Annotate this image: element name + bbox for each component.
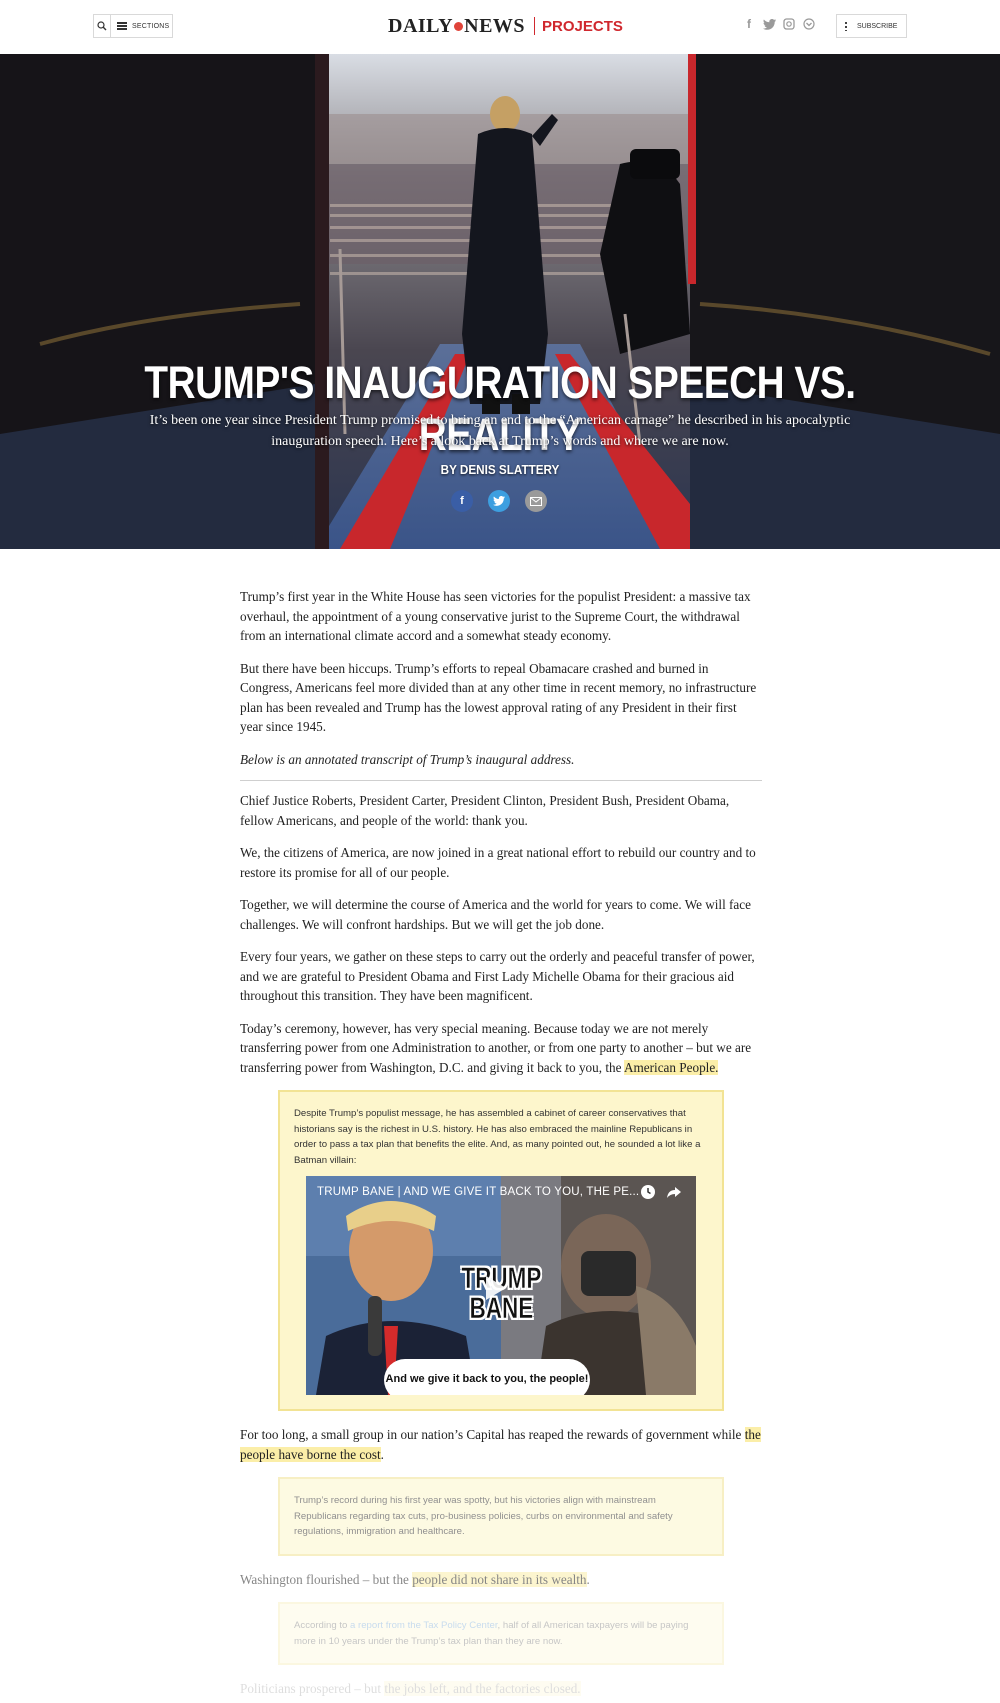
logo-dot-icon — [454, 21, 464, 31]
speech-text: . — [586, 1571, 590, 1587]
site-logo[interactable]: DAILY NEWS PROJECTS — [388, 14, 623, 38]
speech-text: For too long, a small group in our natio… — [240, 1427, 745, 1442]
play-icon[interactable] — [486, 1276, 506, 1300]
speech-text: Politicians prospered – but — [240, 1681, 385, 1696]
speech-paragraph: Politicians prospered – but the jobs lef… — [240, 1679, 762, 1699]
search-button[interactable] — [93, 14, 111, 38]
share-icon[interactable] — [666, 1184, 682, 1200]
twitter-share-button[interactable] — [488, 490, 510, 512]
annotation-callout: Despite Trump’s populist message, he has… — [278, 1090, 724, 1411]
annotation-callout: According to a report from the Tax Polic… — [278, 1602, 724, 1665]
speech-paragraph: Today’s ceremony, however, has very spec… — [240, 1019, 762, 1078]
annotation-text: Despite Trump’s populist message, he has… — [294, 1108, 701, 1166]
speech-paragraph: Together, we will determine the course o… — [240, 897, 751, 932]
embedded-video[interactable]: TRUMP BANE | AND WE GIVE IT BACK TO YOU,… — [306, 1176, 696, 1395]
facebook-icon[interactable]: f — [742, 17, 756, 31]
section-divider — [240, 780, 762, 781]
email-share-button[interactable] — [525, 490, 547, 512]
hero-banner: TRUMP'S INAUGURATION SPEECH VS. REALITY … — [0, 54, 1000, 549]
kebab-icon — [845, 21, 847, 31]
clock-icon[interactable] — [640, 1184, 656, 1200]
share-buttons: f — [451, 490, 547, 512]
annotation-text: According to a report from the Tax Polic… — [294, 1618, 708, 1649]
logo-divider — [534, 17, 536, 35]
search-icon — [97, 21, 107, 31]
video-caption: And we give it back to you, the people! — [385, 1373, 589, 1385]
highlighted-phrase[interactable]: the jobs left, and the factories closed. — [384, 1681, 581, 1696]
transcript-note: Below is an annotated transcript of Trum… — [240, 751, 575, 767]
subscribe-button[interactable]: SUBSCRIBE — [836, 14, 907, 38]
sections-button[interactable]: SECTIONS — [110, 14, 173, 38]
instagram-icon[interactable] — [782, 17, 796, 31]
speech-paragraph: For too long, a small group in our natio… — [240, 1425, 762, 1464]
email-icon — [530, 496, 542, 506]
site-header: SECTIONS DAILY NEWS PROJECTS f SUBSCRIBE — [0, 0, 1000, 54]
intro-paragraph: But there have been hiccups. Trump’s eff… — [240, 660, 757, 735]
sections-label: SECTIONS — [132, 22, 170, 30]
article-byline: BY DENIS SLATTERY — [440, 462, 560, 477]
article-subtitle: It’s been one year since President Trump… — [149, 413, 851, 449]
pocket-icon[interactable] — [802, 17, 816, 31]
tax-policy-center-link[interactable]: a report from the Tax Policy Center — [350, 1620, 498, 1631]
facebook-share-button[interactable]: f — [451, 490, 473, 512]
speech-bubble: And we give it back to you, the people! — [384, 1359, 590, 1395]
annotation-text-part: According to — [294, 1620, 350, 1631]
annotation-text: Trump’s record during his first year was… — [294, 1495, 673, 1537]
speech-paragraph: Washington flourished – but the people d… — [240, 1570, 762, 1590]
speech-text: Washington flourished – but the — [240, 1571, 413, 1587]
article-body: Trump’s first year in the White House ha… — [240, 587, 762, 1703]
speech-paragraph: Every four years, we gather on these ste… — [240, 949, 755, 1003]
speech-paragraph: Chief Justice Roberts, President Carter,… — [240, 793, 730, 828]
twitter-icon[interactable] — [762, 17, 776, 31]
highlighted-phrase[interactable]: American People. — [624, 1059, 719, 1075]
subscribe-label: SUBSCRIBE — [857, 22, 898, 30]
intro-paragraph: Trump’s first year in the White House ha… — [240, 589, 751, 643]
video-title: TRUMP BANE | AND WE GIVE IT BACK TO YOU,… — [317, 1186, 640, 1198]
annotation-callout: Trump’s record during his first year was… — [278, 1477, 724, 1556]
highlighted-phrase[interactable]: people did not share in its wealth — [412, 1571, 587, 1587]
facebook-icon: f — [460, 495, 464, 507]
hamburger-icon — [117, 22, 127, 30]
header-social-links: f — [742, 17, 816, 31]
logo-news: NEWS — [464, 14, 526, 37]
speech-paragraph: We, the citizens of America, are now joi… — [240, 845, 756, 880]
logo-projects: PROJECTS — [542, 17, 623, 35]
speech-text: . — [380, 1446, 384, 1462]
logo-daily: DAILY — [388, 14, 454, 37]
twitter-icon — [493, 496, 505, 506]
